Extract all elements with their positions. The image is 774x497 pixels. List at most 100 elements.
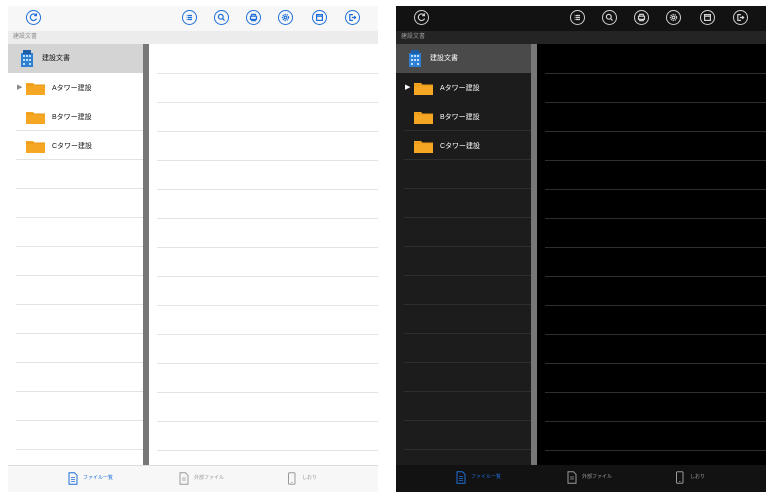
row-separator [157,392,378,393]
folder-row-c[interactable]: Cタワー建設 [8,131,143,160]
row-separator [157,334,378,335]
folder-label: Aタワー建設 [440,85,480,92]
folder-label: Cタワー建設 [440,143,481,150]
row-separator [157,73,378,74]
settings-icon[interactable] [278,10,293,25]
logout-icon[interactable] [733,10,748,25]
expand-arrow-icon[interactable]: ▶ [17,83,22,92]
dark-theme-screen: 建設文書 建設文書 ▶ Aタワー建設 Bタワー建設 Cタワー建設 ファイル一覧 … [396,6,766,492]
folder-row-b[interactable]: Bタワー建設 [396,102,531,131]
search-icon[interactable] [214,10,229,25]
row-separator [16,275,143,276]
logout-icon[interactable] [345,10,360,25]
folder-icon [414,141,433,153]
settings-icon[interactable] [666,10,681,25]
row-separator [545,276,766,277]
tab-label: ファイル一覧 [83,475,114,481]
row-separator [157,363,378,364]
file-list-icon [456,471,466,484]
row-separator [545,363,766,364]
row-separator [16,130,143,131]
window-icon[interactable] [700,10,715,25]
folder-icon [414,112,433,124]
folder-icon [26,112,45,124]
folder-label: Bタワー建設 [52,114,92,121]
bookmark-icon [288,472,296,485]
row-separator [404,188,531,189]
list-icon[interactable] [182,10,197,25]
row-separator [157,102,378,103]
row-separator [16,159,143,160]
breadcrumb-bar: 建設文書 [8,31,378,44]
root-folder-row[interactable]: 建設文書 [8,44,143,73]
row-separator [404,130,531,131]
expand-arrow-icon[interactable]: ▶ [405,83,410,92]
row-separator [157,189,378,190]
row-separator [404,333,531,334]
row-separator [16,420,143,421]
split-divider[interactable] [143,44,149,465]
row-separator [157,450,378,451]
row-separator [157,218,378,219]
folder-icon [26,141,45,153]
bookmark-icon [676,471,684,484]
window-icon[interactable] [312,10,327,25]
folder-tree-sidebar: 建設文書 ▶ Aタワー建設 Bタワー建設 Cタワー建設 [396,44,531,465]
folder-icon [26,83,45,95]
row-separator [16,246,143,247]
row-separator [404,420,531,421]
row-separator [545,102,766,103]
folder-label: Aタワー建設 [52,85,92,92]
row-separator [404,362,531,363]
tab-label: ファイル一覧 [471,474,502,480]
row-separator [16,217,143,218]
row-separator [404,217,531,218]
row-separator [16,333,143,334]
folder-row-a[interactable]: ▶ Aタワー建設 [8,73,143,102]
refresh-icon[interactable] [414,10,429,25]
folder-row-c[interactable]: Cタワー建設 [396,131,531,160]
row-separator [157,160,378,161]
row-separator [545,247,766,248]
folder-icon [414,83,433,95]
row-separator [16,304,143,305]
folder-row-b[interactable]: Bタワー建設 [8,102,143,131]
row-separator [157,305,378,306]
row-separator [545,189,766,190]
folder-label: Cタワー建設 [52,143,93,150]
breadcrumb: 建設文書 [401,34,426,40]
row-separator [404,275,531,276]
row-separator [545,305,766,306]
print-icon[interactable] [634,10,649,25]
row-separator [545,334,766,335]
tab-label: 外部ファイル [582,474,613,480]
row-separator [545,218,766,219]
top-toolbar [396,6,766,31]
row-separator [545,421,766,422]
print-icon[interactable] [246,10,261,25]
external-file-icon [179,472,189,485]
split-divider[interactable] [531,44,537,465]
folder-tree-sidebar: 建設文書 ▶ Aタワー建設 Bタワー建設 Cタワー建設 [8,44,143,465]
refresh-icon[interactable] [26,10,41,25]
row-separator [545,160,766,161]
row-separator [545,73,766,74]
root-folder-label: 建設文書 [42,55,70,62]
bottom-tab-bar: ファイル一覧 外部ファイル しおり [396,465,766,492]
row-separator [16,391,143,392]
root-folder-row[interactable]: 建設文書 [396,44,531,73]
row-separator [157,131,378,132]
external-file-icon [567,471,577,484]
row-separator [545,450,766,451]
top-toolbar [8,6,378,31]
row-separator [157,276,378,277]
bottom-tab-bar: ファイル一覧 外部ファイル しおり [8,465,378,492]
row-separator [404,449,531,450]
search-icon[interactable] [602,10,617,25]
folder-label: Bタワー建設 [440,114,480,121]
list-icon[interactable] [570,10,585,25]
row-separator [404,246,531,247]
tab-label: しおり [302,475,318,481]
tab-label: 外部ファイル [194,475,225,481]
folder-row-a[interactable]: ▶ Aタワー建設 [396,73,531,102]
